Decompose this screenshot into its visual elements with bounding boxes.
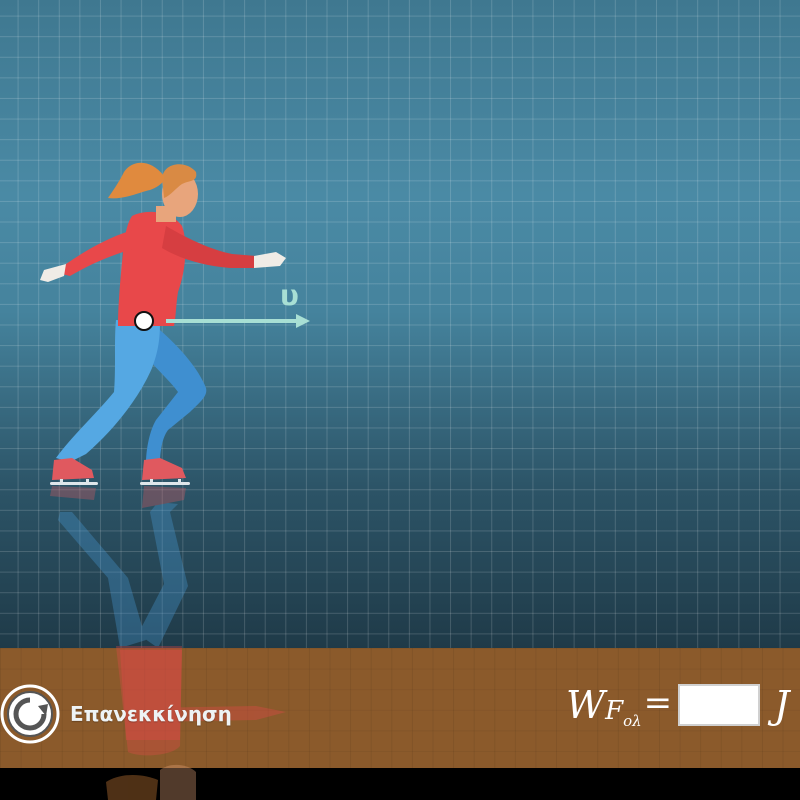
restart-button[interactable]: Επανεκκίνηση [0, 682, 232, 746]
skater-front-skate [50, 458, 98, 485]
velocity-arrow [166, 314, 310, 328]
work-answer-input[interactable] [678, 684, 761, 726]
equals-sign: = [643, 683, 673, 723]
skater-front-leg [56, 320, 160, 462]
restart-label: Επανεκκίνηση [70, 702, 232, 726]
skater-ponytail [108, 162, 164, 199]
skater-back-skate [140, 458, 190, 485]
skater-left-hand [40, 264, 66, 282]
center-of-mass-marker [134, 311, 154, 331]
skater-torso [118, 211, 186, 326]
total-subscript: ολ [623, 712, 642, 730]
force-symbol: F [605, 696, 624, 726]
velocity-label: υ [280, 279, 299, 312]
skater-right-hand [254, 252, 286, 268]
work-formula: W F ολ = J [566, 680, 789, 730]
unit-label: J [774, 683, 790, 727]
simulation-stage: υ Επανεκκίνηση W F ολ = J [0, 0, 800, 800]
work-symbol: W [566, 683, 606, 727]
restart-icon [0, 684, 60, 744]
